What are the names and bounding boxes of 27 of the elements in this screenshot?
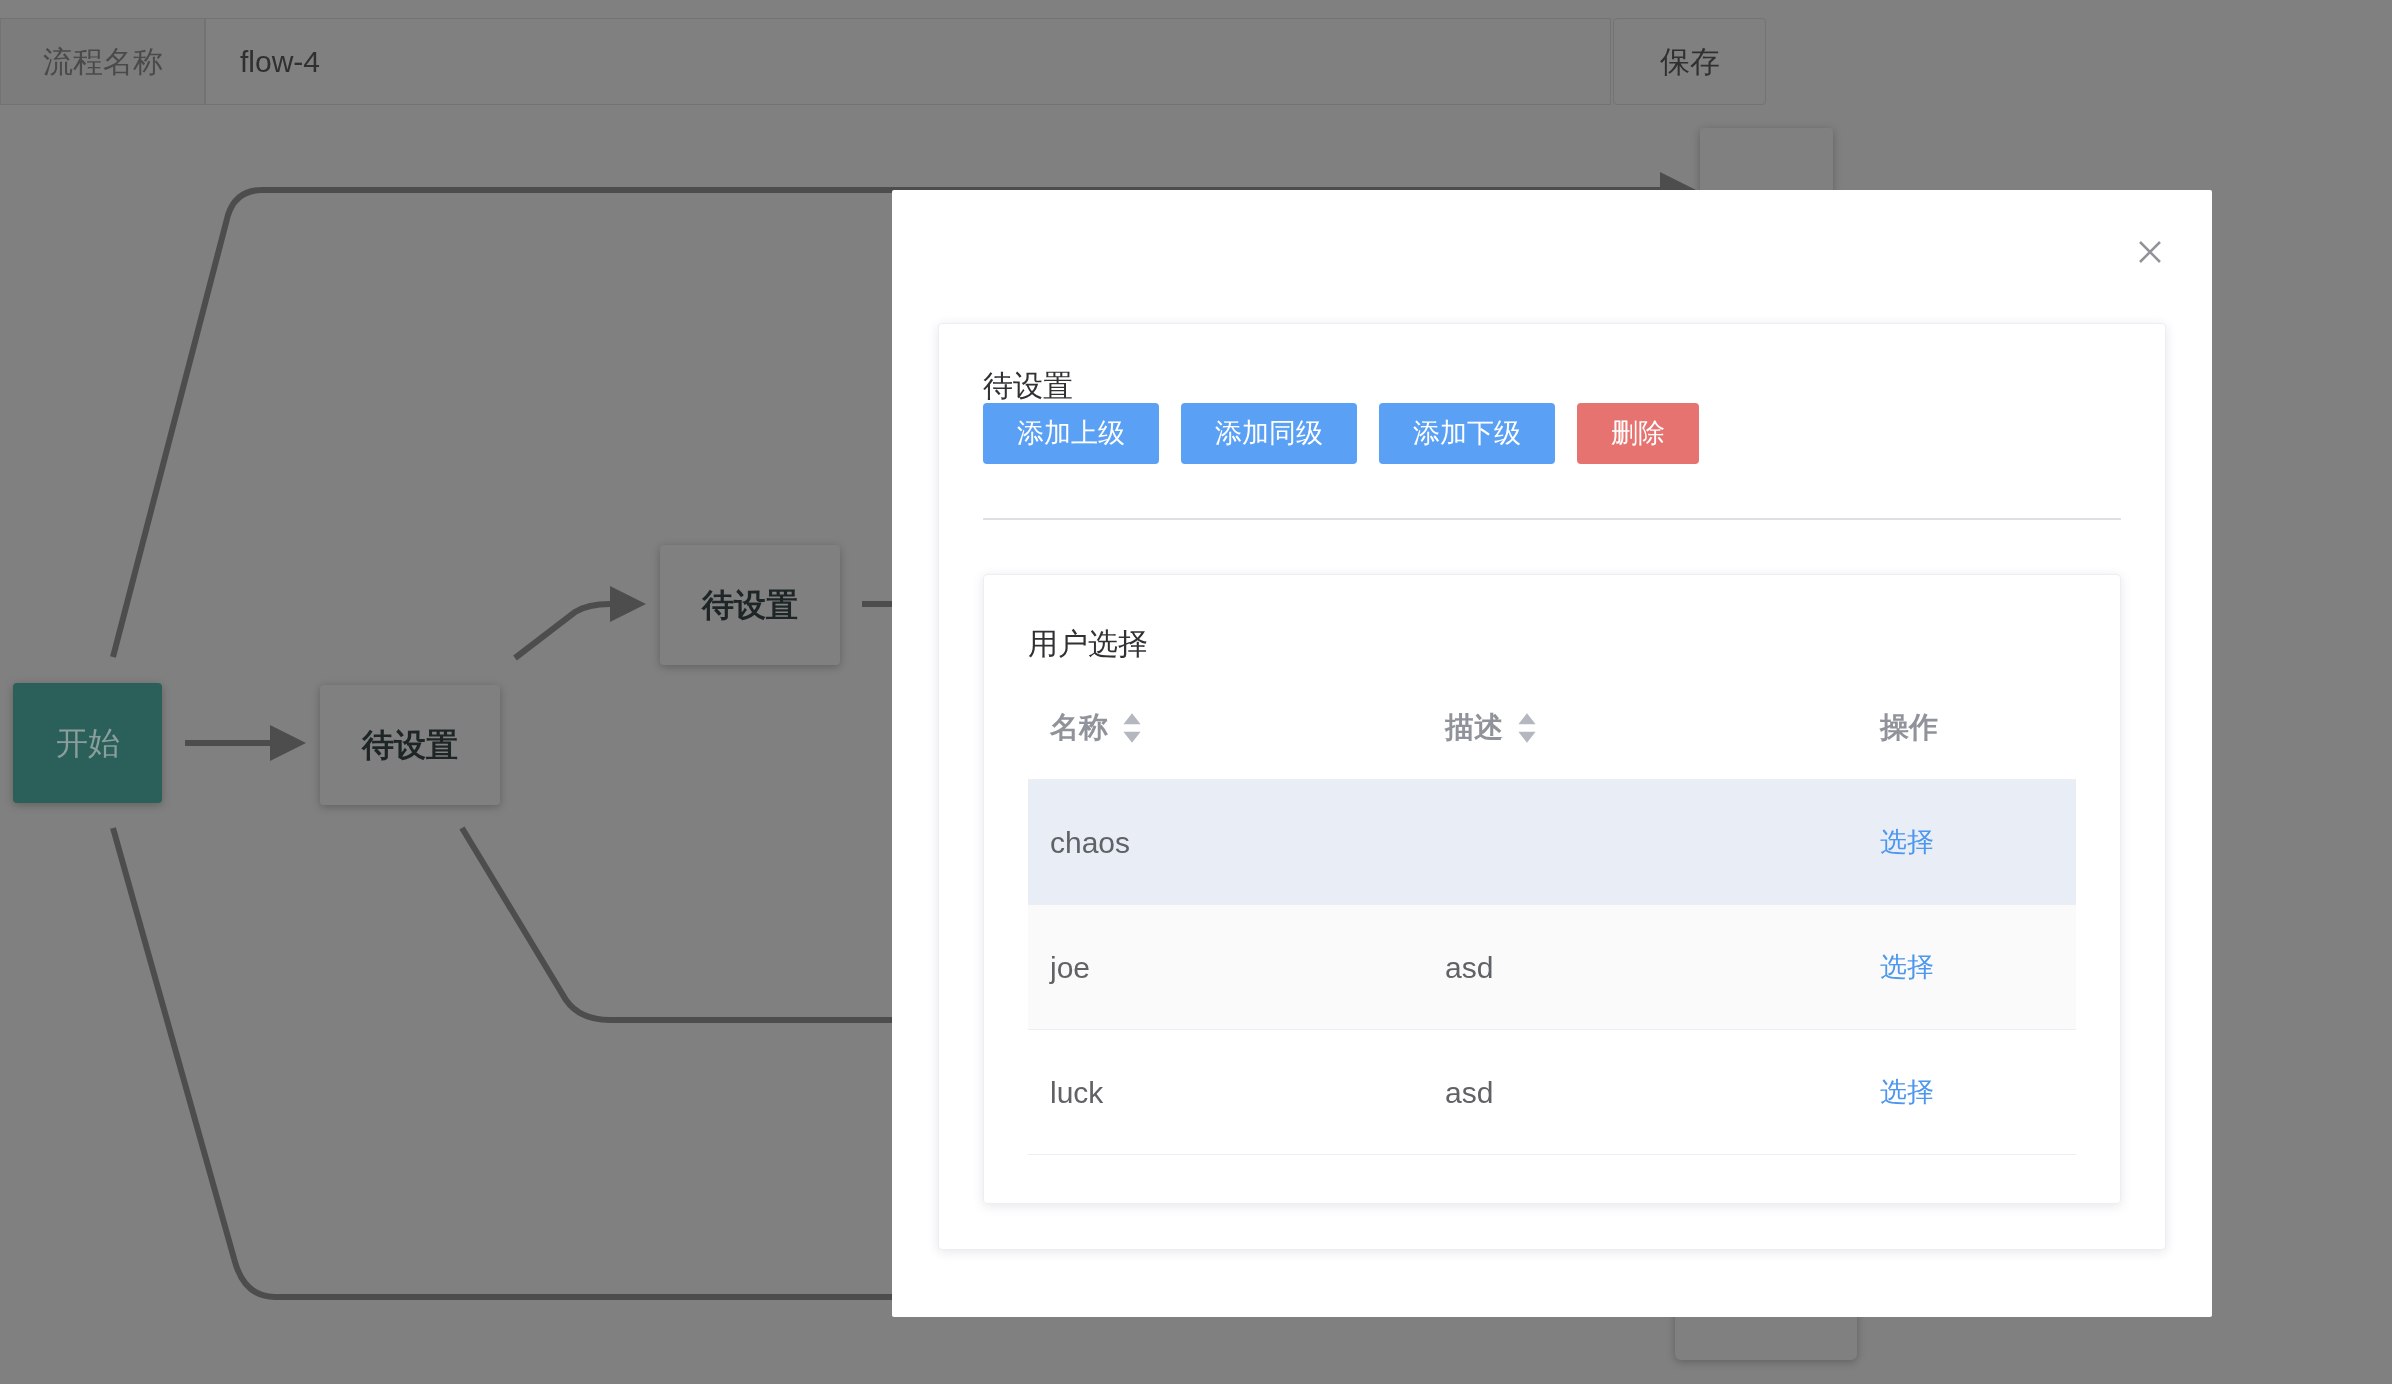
add-button[interactable]: 添加下级 bbox=[1379, 403, 1555, 464]
add-button[interactable]: 添加同级 bbox=[1181, 403, 1357, 464]
flow-name-field[interactable]: flow-4 bbox=[205, 18, 1611, 105]
column-header: 操作 bbox=[1880, 709, 1939, 745]
select-link[interactable]: 选择 bbox=[1880, 951, 1934, 982]
node-title: 待设置 bbox=[983, 369, 1074, 403]
flow-node[interactable]: 开始 bbox=[13, 683, 162, 803]
sort-icon[interactable] bbox=[1517, 711, 1537, 744]
table-row[interactable]: joe asd 选择 bbox=[1028, 905, 2076, 1030]
column-header[interactable]: 描述 bbox=[1423, 705, 1880, 750]
table-cell: asd bbox=[1445, 950, 1494, 984]
panel-title: 用户选择 bbox=[1028, 626, 1149, 662]
table-cell: asd bbox=[1445, 1075, 1494, 1109]
select-link[interactable]: 选择 bbox=[1880, 826, 1934, 857]
flow-node[interactable]: 待设置 bbox=[320, 685, 500, 805]
delete-button[interactable]: 删除 bbox=[1577, 403, 1699, 464]
select-link[interactable]: 选择 bbox=[1880, 1076, 1934, 1107]
sort-icon[interactable] bbox=[1122, 711, 1142, 744]
close-icon[interactable] bbox=[2138, 240, 2162, 264]
table-cell: chaos bbox=[1050, 825, 1131, 859]
flow-node[interactable]: 待设置 bbox=[660, 545, 840, 665]
table-row[interactable]: chaos 选择 bbox=[1028, 780, 2076, 905]
save-button[interactable]: 保存 bbox=[1613, 18, 1766, 105]
table-cell: luck bbox=[1050, 1075, 1104, 1109]
table-cell: joe bbox=[1050, 950, 1091, 984]
add-button[interactable]: 添加上级 bbox=[983, 403, 1159, 464]
column-header[interactable]: 名称 bbox=[1028, 705, 1423, 750]
